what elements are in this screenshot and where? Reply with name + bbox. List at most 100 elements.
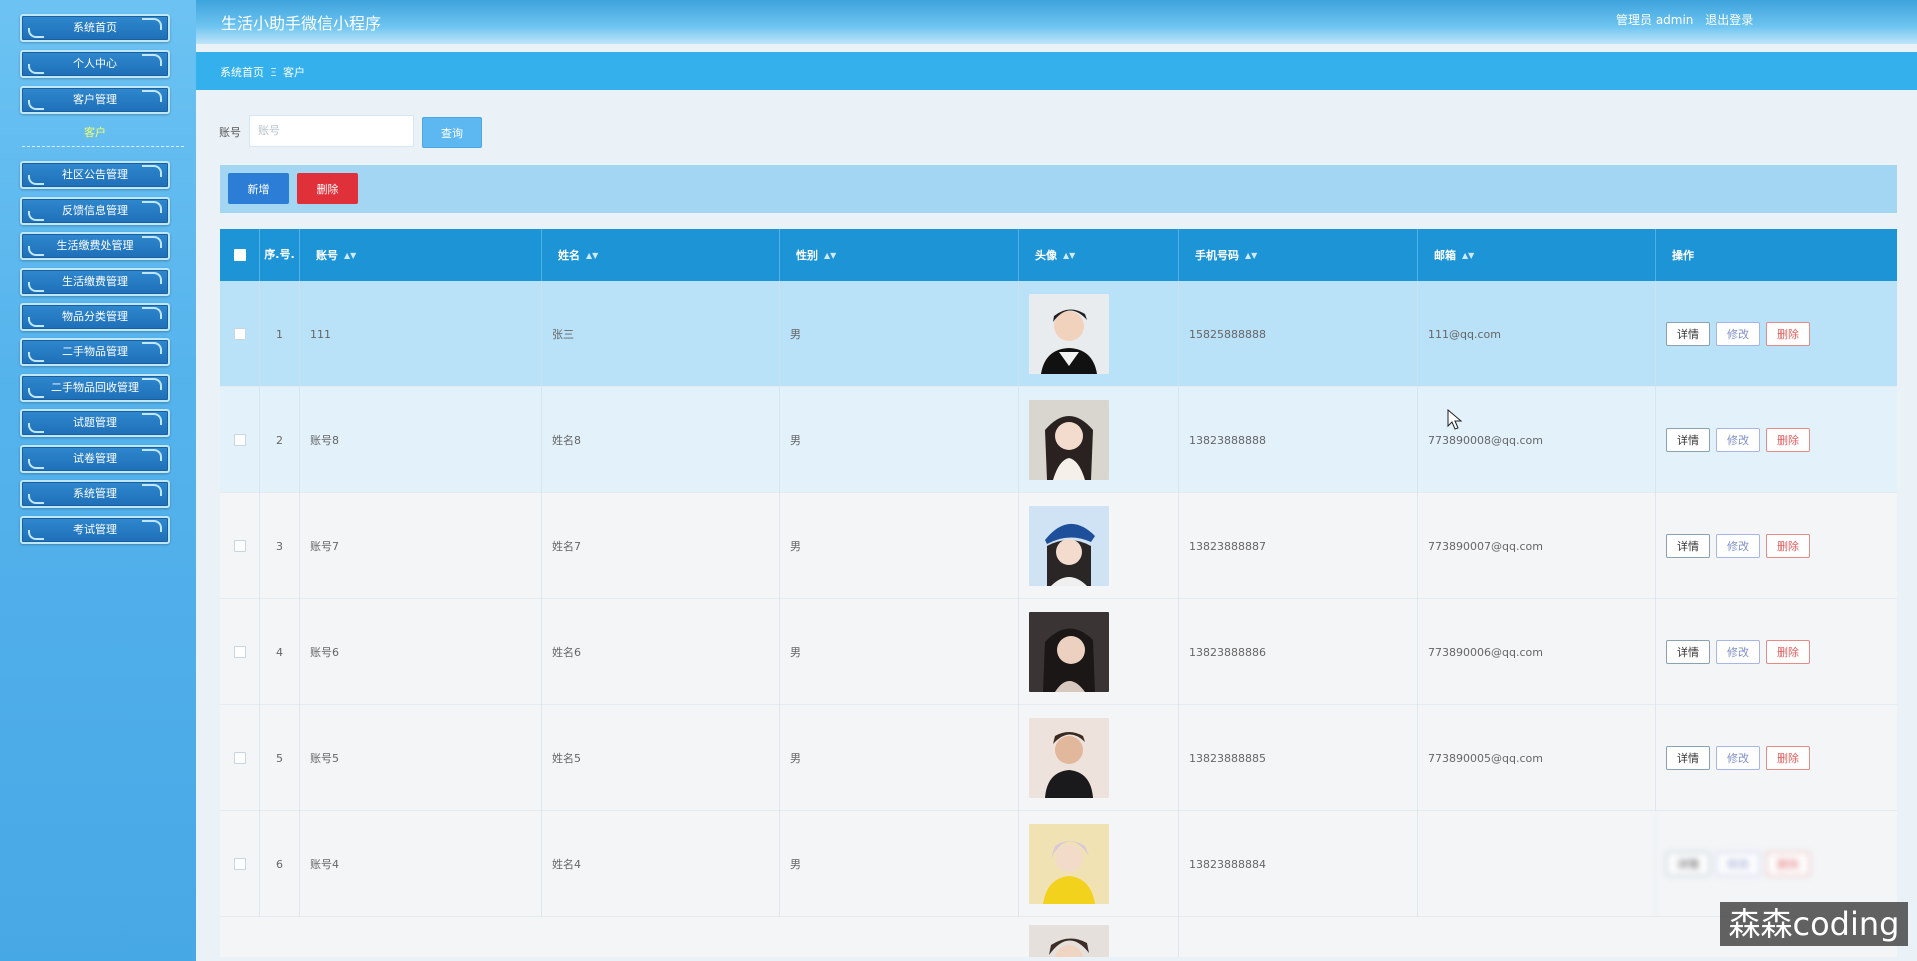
cell-name: 姓名4 <box>542 811 780 917</box>
logout-link[interactable]: 退出登录 <box>1705 13 1753 27</box>
row-checkbox[interactable] <box>233 540 246 552</box>
cell-gender: 男 <box>780 811 1019 917</box>
row-select-cell <box>220 811 260 917</box>
detail-button[interactable]: 详情 <box>1666 322 1710 346</box>
edit-button[interactable]: 修改 <box>1716 428 1760 452</box>
cell-email: 111@qq.com <box>1418 281 1656 387</box>
sort-icon[interactable]: ▲▼ <box>586 251 598 260</box>
account-search-input[interactable] <box>249 115 414 147</box>
user-area: 管理员 admin 退出登录 <box>1616 11 1761 28</box>
table-row: 1 111 张三 男 15825888888 111@qq.com 详情 修改 … <box>220 281 1897 387</box>
detail-button[interactable]: 详情 <box>1666 746 1710 770</box>
col-avatar-label: 头像 <box>1035 249 1057 262</box>
col-phone-label: 手机号码 <box>1195 249 1239 262</box>
col-gender[interactable]: 性别 ▲▼ <box>780 229 1019 281</box>
customer-table: 序.号. 账号 ▲▼ 姓名 ▲▼ 性别 ▲▼ 头像 ▲▼ 手机号码 ▲▼ 邮箱 ▲▼ 操作 … <box>220 229 1897 957</box>
delete-row-button[interactable]: 删除 <box>1766 852 1810 876</box>
breadcrumb-home[interactable]: 系统首页 <box>220 66 264 79</box>
user-label: 管理员 admin <box>1616 13 1694 27</box>
sidebar-item-home[interactable]: 系统首页 <box>20 14 170 42</box>
app-title: 生活小助手微信小程序 <box>221 14 382 33</box>
sidebar: 系统首页 个人中心 客户管理 客户 社区公告管理 反馈信息管理 生活缴费处管理 … <box>0 0 196 961</box>
action-bar: 新增 删除 <box>220 165 1897 213</box>
delete-row-button[interactable]: 删除 <box>1766 322 1810 346</box>
detail-button[interactable]: 详情 <box>1666 852 1710 876</box>
sidebar-item-notice[interactable]: 社区公告管理 <box>20 161 170 189</box>
sidebar-subitem-customer[interactable]: 客户 <box>20 124 170 140</box>
edit-button[interactable]: 修改 <box>1716 640 1760 664</box>
sidebar-item-exam[interactable]: 考试管理 <box>20 516 170 544</box>
cell-account: 账号6 <box>300 599 542 705</box>
delete-row-button[interactable]: 删除 <box>1766 534 1810 558</box>
delete-row-button[interactable]: 删除 <box>1766 640 1810 664</box>
cell-seq: 2 <box>260 387 300 493</box>
col-phone[interactable]: 手机号码 ▲▼ <box>1179 229 1418 281</box>
sidebar-divider <box>22 146 184 147</box>
row-checkbox[interactable] <box>233 646 246 658</box>
col-name[interactable]: 姓名 ▲▼ <box>542 229 780 281</box>
row-checkbox[interactable] <box>233 328 246 340</box>
sidebar-item-category[interactable]: 物品分类管理 <box>20 303 170 331</box>
col-name-label: 姓名 <box>558 249 580 262</box>
sidebar-item-recycle[interactable]: 二手物品回收管理 <box>20 374 170 402</box>
cell-gender: 男 <box>780 387 1019 493</box>
cell-seq: 5 <box>260 705 300 811</box>
edit-button[interactable]: 修改 <box>1716 852 1760 876</box>
col-avatar[interactable]: 头像 ▲▼ <box>1019 229 1179 281</box>
avatar-image <box>1029 612 1109 692</box>
cell-email: 773890007@qq.com <box>1418 493 1656 599</box>
cell-seq: 1 <box>260 281 300 387</box>
edit-button[interactable]: 修改 <box>1716 322 1760 346</box>
search-button[interactable]: 查询 <box>422 117 482 148</box>
sidebar-item-profile[interactable]: 个人中心 <box>20 50 170 78</box>
select-all-checkbox[interactable] <box>233 249 246 261</box>
sort-icon[interactable]: ▲▼ <box>1245 251 1257 260</box>
row-select-cell <box>220 705 260 811</box>
detail-button[interactable]: 详情 <box>1666 534 1710 558</box>
delete-row-button[interactable]: 删除 <box>1766 428 1810 452</box>
row-select-cell <box>220 387 260 493</box>
sort-icon[interactable]: ▲▼ <box>1462 251 1474 260</box>
edit-button[interactable]: 修改 <box>1716 534 1760 558</box>
row-checkbox[interactable] <box>233 752 246 764</box>
avatar-image <box>1029 294 1109 374</box>
sidebar-item-secondhand[interactable]: 二手物品管理 <box>20 338 170 366</box>
cell-phone: 13823888887 <box>1179 493 1418 599</box>
cell-ops: 详情 修改 删除 <box>1656 599 1897 705</box>
row-select-cell <box>220 493 260 599</box>
detail-button[interactable]: 详情 <box>1666 640 1710 664</box>
cell-avatar <box>1019 705 1179 811</box>
sidebar-item-customer[interactable]: 客户管理 <box>20 86 170 114</box>
cell-avatar <box>1019 493 1179 599</box>
batch-delete-button[interactable]: 删除 <box>297 173 358 204</box>
col-account[interactable]: 账号 ▲▼ <box>300 229 542 281</box>
sidebar-item-questions[interactable]: 试题管理 <box>20 409 170 437</box>
sidebar-item-system[interactable]: 系统管理 <box>20 480 170 508</box>
sidebar-item-papers[interactable]: 试卷管理 <box>20 445 170 473</box>
sort-icon[interactable]: ▲▼ <box>824 251 836 260</box>
cell-account: 账号8 <box>300 387 542 493</box>
cell-phone: 13823888885 <box>1179 705 1418 811</box>
edit-button[interactable]: 修改 <box>1716 746 1760 770</box>
cell-name: 姓名5 <box>542 705 780 811</box>
delete-row-button[interactable]: 删除 <box>1766 746 1810 770</box>
sidebar-item-feedback[interactable]: 反馈信息管理 <box>20 197 170 225</box>
cell-seq: 6 <box>260 811 300 917</box>
breadcrumb-separator: Ξ <box>270 66 277 79</box>
cell-ops: 详情 修改 删除 <box>1656 493 1897 599</box>
detail-button[interactable]: 详情 <box>1666 428 1710 452</box>
cell-phone: 15825888888 <box>1179 281 1418 387</box>
row-checkbox[interactable] <box>233 434 246 446</box>
cell-gender: 男 <box>780 705 1019 811</box>
sidebar-item-payment[interactable]: 生活缴费管理 <box>20 268 170 296</box>
breadcrumb: 系统首页 Ξ 客户 <box>220 64 305 80</box>
row-checkbox[interactable] <box>233 858 246 870</box>
add-button[interactable]: 新增 <box>228 173 289 204</box>
sidebar-item-payment-office[interactable]: 生活缴费处管理 <box>20 232 170 260</box>
sort-icon[interactable]: ▲▼ <box>344 251 356 260</box>
col-email[interactable]: 邮箱 ▲▼ <box>1418 229 1656 281</box>
sort-icon[interactable]: ▲▼ <box>1063 251 1075 260</box>
cell-seq: 3 <box>260 493 300 599</box>
cell-avatar <box>1019 281 1179 387</box>
cell-email: 773890005@qq.com <box>1418 705 1656 811</box>
